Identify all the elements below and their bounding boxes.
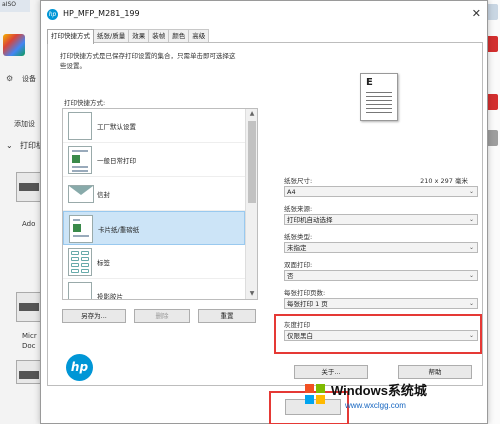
paper-type-select[interactable]: 未指定 ⌄ [284, 242, 478, 253]
description-line: 打印快捷方式是已保存打印设置的集合，只需单击即可选择这 [60, 52, 236, 60]
device-label: Ado [22, 220, 36, 228]
chevron-down-icon: ⌄ [468, 300, 474, 307]
chevron-down-icon: ⌄ [468, 272, 474, 279]
labels-icon [68, 248, 92, 276]
chevron-down-icon: ⌄ [468, 216, 474, 223]
pages-per-sheet-select[interactable]: 每张打印 1 页 ⌄ [284, 298, 478, 309]
chevron-down-icon: ⌄ [468, 332, 474, 339]
duplex-select[interactable]: 否 ⌄ [284, 270, 478, 281]
list-item[interactable]: 工厂默认设置 [63, 109, 245, 143]
shortcut-label: 标签 [97, 259, 110, 267]
duplex-label: 双面打印: [284, 261, 313, 269]
list-item[interactable]: 标签 [63, 245, 245, 279]
shortcut-label: 工厂默认设置 [97, 123, 136, 131]
select-value: 否 [287, 272, 294, 280]
paper-source-select[interactable]: 打印机自动选择 ⌄ [284, 214, 478, 225]
shortcut-label: 投影胶片 [97, 293, 123, 300]
select-value: 仅限黑白 [287, 332, 313, 340]
tab-advanced[interactable]: 高级 [188, 29, 210, 43]
save-as-button[interactable]: 另存为... [62, 309, 126, 323]
background-window-tab: aISO [0, 0, 30, 12]
printer-icon[interactable] [16, 360, 42, 384]
background-tab-text: aISO [2, 1, 16, 8]
printer-icon[interactable] [16, 292, 42, 322]
list-item[interactable]: 投影胶片 [63, 279, 245, 300]
device-label: Doc [22, 342, 36, 350]
list-item[interactable]: 卡片纸/重磅纸 [63, 211, 245, 245]
chevron-down-icon: ⌄ [468, 188, 474, 195]
delete-button[interactable]: 删除 [134, 309, 190, 323]
shortcuts-list: 工厂默认设置 一般日常打印 信封 卡片纸/重磅纸 标签 投影胶片 ▲ ▼ [62, 108, 258, 300]
site-watermark: Windows系统城 www.wxclgg.com [303, 378, 498, 424]
title-bar: hp HP_MFP_M281_199 ✕ [41, 1, 487, 27]
page-preview: E [360, 73, 398, 121]
scroll-thumb[interactable] [248, 121, 256, 203]
dialog-title: HP_MFP_M281_199 [63, 9, 140, 18]
printer-icon[interactable] [16, 172, 42, 202]
cardstock-icon [69, 215, 93, 243]
envelope-icon [68, 185, 94, 203]
list-scrollbar[interactable]: ▲ ▼ [245, 109, 257, 299]
paper-size-dimensions: 210 x 297 毫米 [420, 177, 468, 185]
tab-paper-quality[interactable]: 纸张/质量 [93, 29, 130, 43]
settings-devices-label: 设备 [22, 75, 36, 83]
shortcuts-list-label: 打印快捷方式: [64, 99, 106, 107]
chevron-down-icon[interactable]: ⌄ [6, 141, 13, 150]
select-value: A4 [287, 188, 296, 196]
pages-per-sheet-label: 每张打印页数: [284, 289, 326, 297]
list-item[interactable]: 信封 [63, 177, 245, 211]
paper-size-select[interactable]: A4 ⌄ [284, 186, 478, 197]
shortcut-label: 一般日常打印 [97, 157, 136, 165]
description-line: 些设置。 [60, 62, 86, 70]
reset-button[interactable]: 重置 [198, 309, 256, 323]
tab-panel: 打印快捷方式是已保存打印设置的集合，只需单击即可选择这 些设置。 打印快捷方式:… [47, 42, 483, 386]
blank-page-icon [68, 112, 92, 140]
tab-effects[interactable]: 效果 [128, 29, 150, 43]
transparency-icon [68, 282, 92, 299]
select-value: 打印机自动选择 [287, 216, 333, 224]
about-button[interactable]: 关于... [294, 365, 368, 379]
windows-logo-icon [305, 384, 325, 404]
shortcuts-description: 打印快捷方式是已保存打印设置的集合，只需单击即可选择这 些设置。 [60, 51, 260, 71]
paper-type-label: 纸张类型: [284, 233, 313, 241]
preview-letter: E [366, 77, 373, 88]
add-device-label[interactable]: 添加设 [14, 119, 35, 129]
app-icon[interactable] [3, 34, 25, 56]
shortcut-label: 卡片纸/重磅纸 [98, 226, 140, 234]
chevron-down-icon: ⌄ [468, 244, 474, 251]
grayscale-label: 灰度打印 [284, 321, 310, 329]
help-button[interactable]: 帮助 [398, 365, 472, 379]
hp-icon: hp [47, 9, 58, 20]
select-value: 每张打印 1 页 [287, 300, 328, 308]
grayscale-select[interactable]: 仅限黑白 ⌄ [284, 330, 478, 341]
close-icon[interactable]: ✕ [472, 7, 481, 20]
tab-finishing[interactable]: 装帧 [148, 29, 170, 43]
tab-print-shortcuts[interactable]: 打印快捷方式 [47, 29, 94, 44]
scroll-up-icon[interactable]: ▲ [246, 109, 257, 119]
everyday-print-icon [68, 146, 92, 174]
printer-properties-dialog: hp HP_MFP_M281_199 ✕ 打印快捷方式 纸张/质量 效果 装帧 … [40, 0, 488, 424]
watermark-title: Windows系统城 [331, 383, 427, 398]
tab-color[interactable]: 颜色 [168, 29, 190, 43]
shortcut-label: 信封 [97, 191, 110, 199]
list-item[interactable]: 一般日常打印 [63, 143, 245, 177]
gear-icon: ⚙ [6, 74, 14, 83]
paper-source-label: 纸张来源: [284, 205, 313, 213]
hp-logo: hp [66, 354, 93, 381]
paper-size-label: 纸张尺寸: [284, 177, 313, 185]
select-value: 未指定 [287, 244, 307, 252]
tab-bar: 打印快捷方式 纸张/质量 效果 装帧 颜色 高级 [47, 29, 210, 44]
device-label: Micr [22, 332, 37, 340]
scroll-down-icon[interactable]: ▼ [246, 289, 257, 299]
watermark-url: www.wxclgg.com [345, 401, 406, 410]
